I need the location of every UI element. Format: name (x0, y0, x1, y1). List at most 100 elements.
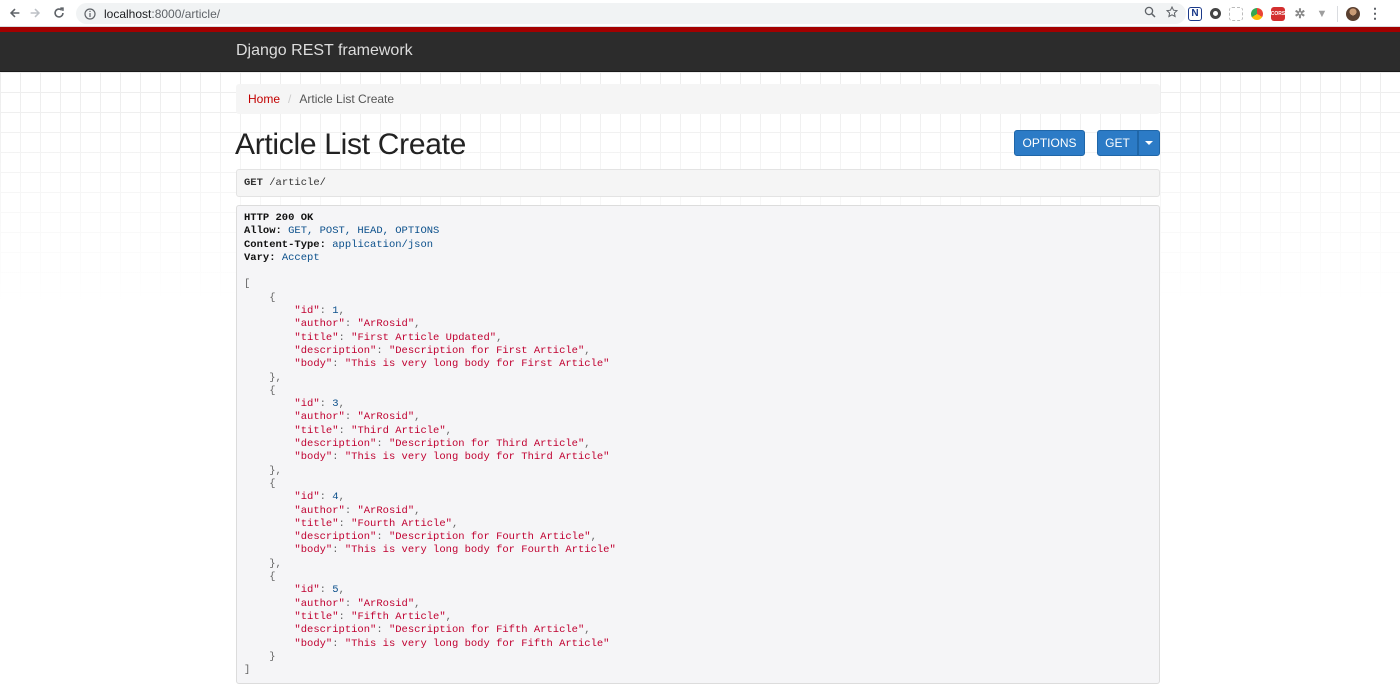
json-punctuation: : (332, 637, 345, 650)
zoom-icon[interactable] (1144, 6, 1156, 18)
extension-circle-icon[interactable] (1210, 8, 1221, 19)
json-punctuation: , (451, 517, 459, 530)
json-punctuation: : (376, 438, 389, 451)
json-field-title: "title": "Fourth Article", (244, 518, 1152, 531)
reload-icon[interactable] (48, 2, 70, 24)
json-key: "author" (294, 597, 345, 610)
json-punctuation: : (338, 424, 352, 437)
json-field-body: "body": "This is very long body for Firs… (244, 358, 1152, 371)
json-punctuation: , (445, 610, 452, 623)
json-key: "title" (294, 610, 339, 623)
json-string-value: "First Article Updated" (351, 331, 497, 344)
extension-n-icon[interactable]: N (1188, 6, 1202, 21)
json-punctuation: , (584, 624, 591, 637)
json-string-value: "Fifth Article" (351, 610, 446, 623)
json-punctuation: , (414, 318, 421, 331)
breadcrumb-separator: / (288, 92, 292, 106)
json-punctuation: : (332, 451, 345, 464)
json-punctuation: : (332, 358, 345, 371)
json-field-body: "body": "This is very long body for Fift… (244, 638, 1152, 651)
header-value: application/json (332, 238, 434, 251)
json-string-value: "Description for First Article" (388, 344, 585, 357)
json-punctuation: } (244, 650, 276, 663)
json-key: "author" (294, 318, 345, 331)
extension-chrome-icon[interactable] (1251, 7, 1263, 20)
extension-gear-icon[interactable]: ✲ (1293, 6, 1307, 21)
request-info: GET /article/ (236, 169, 1160, 197)
response-content: HTTP 200 OK Allow: GET, POST, HEAD, OPTI… (236, 205, 1160, 684)
options-button[interactable]: OPTIONS (1014, 130, 1085, 156)
extension-cors-icon[interactable]: CORS (1271, 6, 1285, 21)
json-string-value: "This is very long body for Third Articl… (344, 451, 610, 464)
forward-arrow-icon[interactable] (24, 2, 46, 24)
json-punctuation: : (338, 331, 352, 344)
json-field-author: "author": "ArRosid", (244, 505, 1152, 518)
json-field-author: "author": "ArRosid", (244, 598, 1152, 611)
extension-blank-icon[interactable] (1229, 6, 1243, 21)
json-key: "title" (294, 517, 339, 530)
back-arrow-icon[interactable] (4, 2, 26, 24)
bookmark-star-icon[interactable] (1166, 6, 1178, 18)
json-punctuation: : (319, 584, 333, 597)
json-field-description: "description": "Description for Fourth A… (244, 531, 1152, 544)
json-key: "body" (294, 358, 333, 371)
json-punctuation: : (319, 398, 333, 411)
json-punctuation: , (445, 424, 452, 437)
json-punctuation: { (244, 384, 276, 397)
json-punctuation: , (590, 531, 597, 544)
json-key: "id" (294, 398, 320, 411)
json-string-value: "ArRosid" (357, 597, 415, 610)
site-info-icon[interactable] (84, 7, 96, 20)
json-field-description: "description": "Description for Third Ar… (244, 438, 1152, 451)
json-string-value: "Third Article" (351, 424, 446, 437)
json-key: "id" (294, 491, 320, 504)
json-punctuation: { (244, 571, 276, 584)
json-punctuation: , (338, 305, 345, 318)
json-punctuation: : (344, 504, 358, 517)
json-key: "id" (294, 305, 320, 318)
json-key: "description" (294, 531, 377, 544)
json-string-value: "Description for Third Article" (388, 438, 585, 451)
json-punctuation: , (338, 491, 345, 504)
json-field-id: "id": 5, (244, 584, 1152, 597)
json-key: "title" (294, 424, 339, 437)
json-punctuation: : (319, 491, 333, 504)
get-button[interactable]: GET (1097, 130, 1138, 156)
response-status: HTTP 200 OK (244, 212, 314, 224)
json-field-id: "id": 4, (244, 491, 1152, 504)
navbar-brand[interactable]: Django REST framework (236, 42, 413, 60)
json-field-title: "title": "Fifth Article", (244, 611, 1152, 624)
get-format-dropdown-button[interactable] (1138, 130, 1160, 156)
json-punctuation: : (332, 544, 345, 557)
json-punctuation: , (584, 344, 591, 357)
profile-avatar[interactable] (1346, 6, 1360, 21)
breadcrumb-home-link[interactable]: Home (248, 92, 280, 106)
json-key: "description" (294, 624, 377, 637)
json-key: "body" (294, 544, 333, 557)
json-punctuation: }, (244, 464, 282, 477)
json-string-value: "This is very long body for Fifth Articl… (344, 637, 610, 650)
json-field-description: "description": "Description for Fifth Ar… (244, 624, 1152, 637)
header-value: GET, POST, HEAD, OPTIONS (288, 225, 440, 238)
caret-down-icon (1145, 141, 1153, 145)
json-punctuation: { (244, 477, 276, 490)
json-punctuation: }, (244, 557, 282, 570)
json-punctuation: : (338, 517, 352, 530)
json-punctuation: : (344, 411, 358, 424)
json-punctuation: , (414, 411, 421, 424)
json-string-value: "Fourth Article" (351, 517, 452, 530)
json-key: "description" (294, 438, 377, 451)
request-method: GET (244, 177, 263, 189)
json-key: "title" (294, 331, 339, 344)
address-bar[interactable]: localhost:8000/article/ (76, 3, 1186, 24)
extension-vue-icon[interactable]: ▼ (1315, 7, 1329, 21)
url-text: localhost:8000/article/ (104, 6, 221, 21)
json-punctuation: , (496, 331, 503, 344)
toolbar-divider (1337, 5, 1338, 22)
json-field-description: "description": "Description for First Ar… (244, 345, 1152, 358)
json-field-author: "author": "ArRosid", (244, 411, 1152, 424)
response-header: Content-Type: application/json (244, 239, 1152, 252)
browser-menu-icon[interactable]: ⋮ (1368, 5, 1382, 22)
json-field-title: "title": "Third Article", (244, 425, 1152, 438)
json-field-body: "body": "This is very long body for Four… (244, 544, 1152, 557)
